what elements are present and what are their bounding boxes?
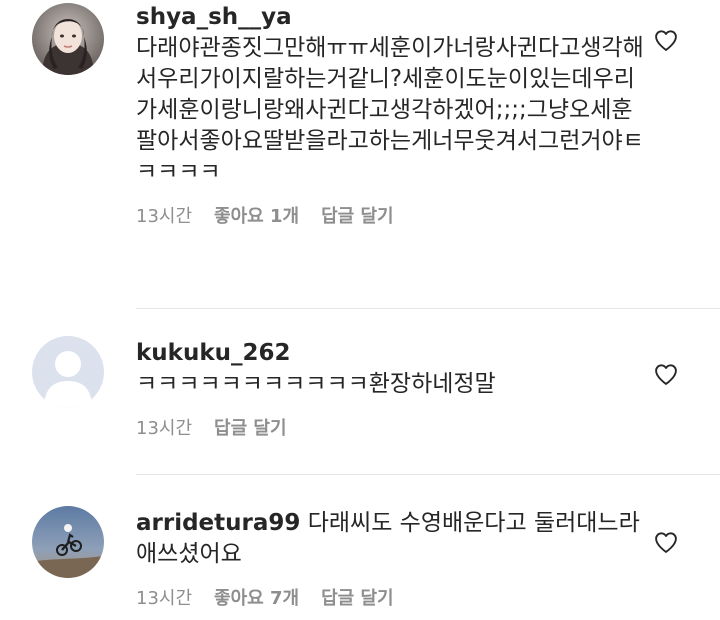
user-photo-avatar-icon [32, 3, 104, 75]
comment-text: 다래야관종짓그만해ㅠㅠ세훈이가너랑사귄다고생각해서우리가이지랄하는거같니?세훈이… [136, 35, 644, 185]
avatar[interactable] [32, 336, 104, 408]
comment-item: kukuku_262 ㅋㅋㅋㅋㅋㅋㅋㅋㅋㅋㅋ환장하네정말 13시간 답글 달기 [0, 310, 720, 460]
comment-text: ㅋㅋㅋㅋㅋㅋㅋㅋㅋㅋㅋ환장하네정말 [136, 371, 496, 397]
comment-username[interactable]: shya_sh__ya [136, 4, 292, 30]
divider [136, 474, 720, 475]
reply-button[interactable]: 답글 달기 [321, 584, 394, 610]
comment-meta: 13시간 답글 달기 [136, 414, 650, 440]
motorcycle-photo-avatar-icon [32, 506, 104, 578]
heart-outline-icon[interactable] [652, 360, 680, 388]
heart-outline-icon[interactable] [652, 26, 680, 54]
comment-username[interactable]: kukuku_262 [136, 340, 291, 366]
avatar[interactable] [32, 3, 104, 75]
reply-button[interactable]: 답글 달기 [321, 202, 394, 228]
comment-time[interactable]: 13시간 [136, 584, 192, 610]
heart-outline-icon[interactable] [652, 528, 680, 556]
comment-item: shya_sh__ya 다래야관종짓그만해ㅠㅠ세훈이가너랑사귄다고생각해서우리가… [0, 0, 720, 300]
divider [136, 308, 720, 309]
comment-time[interactable]: 13시간 [136, 202, 192, 228]
comment-likes[interactable]: 좋아요 7개 [214, 584, 299, 610]
default-avatar-icon [32, 336, 104, 408]
comment-body: kukuku_262 ㅋㅋㅋㅋㅋㅋㅋㅋㅋㅋㅋ환장하네정말 13시간 답글 달기 [136, 338, 650, 440]
comment-meta: 13시간 좋아요 7개 답글 달기 [136, 584, 650, 610]
comment-item: arridetura99 다래씨도 수영배운다고 둘러대느라 애쓰셨어요 13시… [0, 480, 720, 620]
comment-list: shya_sh__ya 다래야관종짓그만해ㅠㅠ세훈이가너랑사귄다고생각해서우리가… [0, 0, 720, 620]
avatar[interactable] [32, 506, 104, 578]
comment-body: shya_sh__ya 다래야관종짓그만해ㅠㅠ세훈이가너랑사귄다고생각해서우리가… [136, 2, 650, 228]
comment-time[interactable]: 13시간 [136, 414, 192, 440]
comment-likes[interactable]: 좋아요 1개 [214, 202, 299, 228]
comment-body: arridetura99 다래씨도 수영배운다고 둘러대느라 애쓰셨어요 13시… [136, 508, 650, 610]
reply-button[interactable]: 답글 달기 [214, 414, 287, 440]
comment-username[interactable]: arridetura99 [136, 510, 300, 536]
comment-meta: 13시간 좋아요 1개 답글 달기 [136, 202, 650, 228]
